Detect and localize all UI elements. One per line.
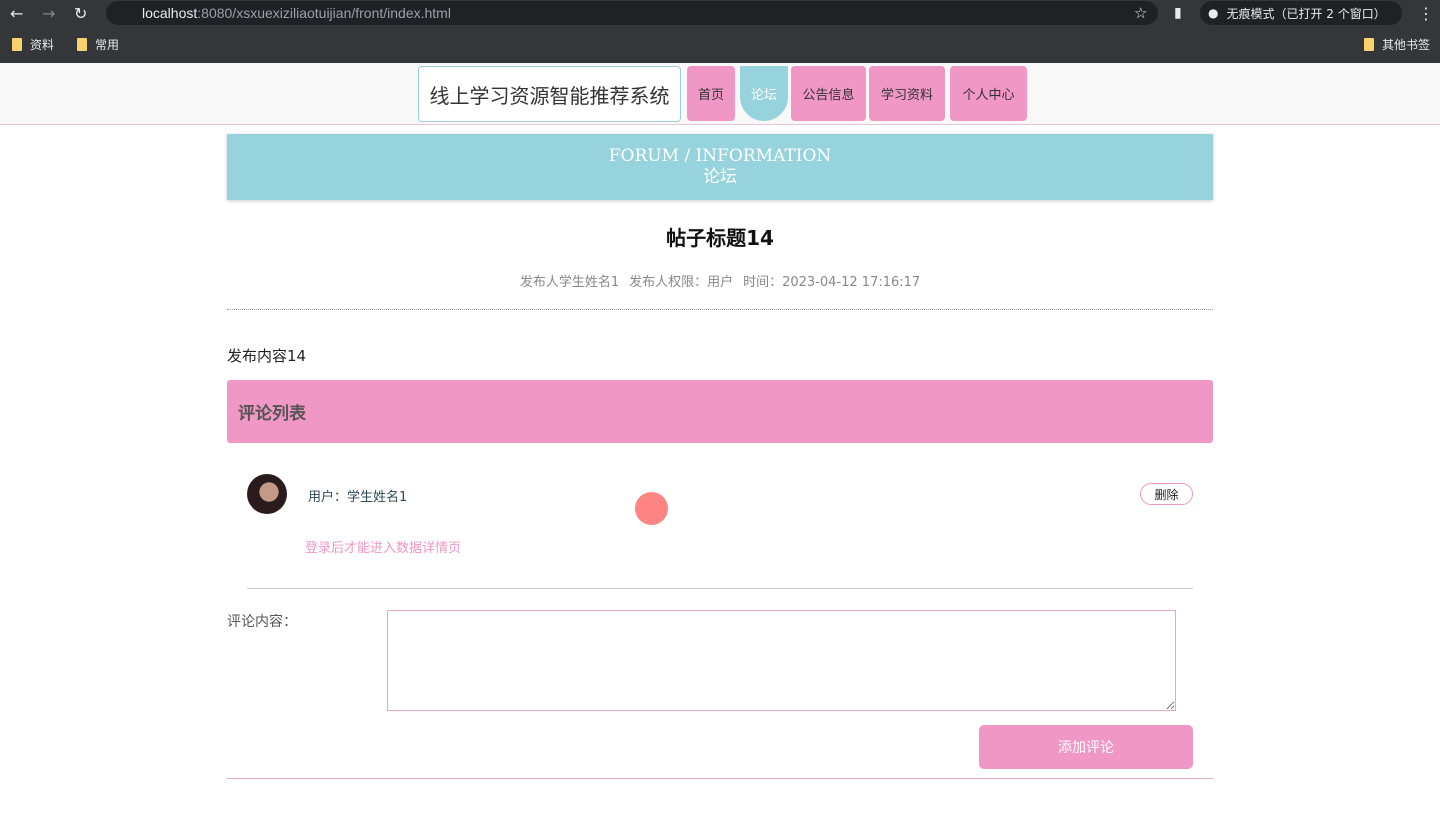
folder-icon (1364, 38, 1374, 51)
site-title[interactable]: 线上学习资源智能推荐系统 (418, 66, 681, 122)
url-host: localhost (142, 5, 198, 21)
folder-icon (12, 38, 22, 51)
divider (227, 309, 1213, 310)
page-banner: FORUM / INFORMATION 论坛 (227, 134, 1213, 200)
divider (227, 778, 1213, 779)
incognito-label: 无痕模式（已打开 2 个窗口） (1226, 6, 1386, 21)
browser-chrome: ← → ↻ localhost:8080/xsxuexiziliaotuijia… (0, 0, 1440, 63)
comment-user: 用户：学生姓名1 (308, 490, 408, 505)
mouse-cursor-indicator (635, 492, 668, 525)
menu-icon[interactable]: ⋮ (1418, 0, 1434, 26)
post-meta: 发布人学生姓名1 发布人权限：用户 时间：2023-04-12 17:16:17 (227, 271, 1213, 290)
nav-profile[interactable]: 个人中心 (950, 66, 1027, 121)
bookmark-label: 其他书签 (1382, 38, 1431, 52)
bookmark-1[interactable]: 常用 (77, 36, 119, 53)
other-bookmarks[interactable]: 其他书签 (1364, 36, 1430, 53)
reload-icon[interactable]: ↻ (74, 0, 87, 26)
address-bar[interactable]: localhost:8080/xsxuexiziliaotuijian/fron… (106, 1, 1158, 25)
post-title: 帖子标题14 (666, 226, 774, 250)
post-time: 时间：2023-04-12 17:16:17 (743, 275, 921, 290)
nav-materials[interactable]: 学习资料 (869, 66, 945, 121)
comment-content: 登录后才能进入数据详情页 (305, 541, 462, 556)
banner-en: FORUM / INFORMATION (608, 146, 832, 166)
add-comment-button[interactable]: 添加评论 (979, 725, 1193, 769)
post-author: 发布人学生姓名1 (519, 275, 620, 290)
star-icon[interactable]: ☆ (1134, 0, 1147, 26)
back-icon[interactable]: ← (10, 0, 23, 26)
avatar (247, 474, 287, 514)
side-panel-icon[interactable]: ▮ (1174, 0, 1182, 26)
incognito-badge[interactable]: ● 无痕模式（已打开 2 个窗口） (1200, 1, 1402, 25)
folder-icon (77, 38, 87, 51)
incognito-icon: ● (1208, 6, 1219, 20)
url-path: :8080/xsxuexiziliaotuijian/front/index.h… (197, 5, 451, 21)
forward-icon[interactable]: → (42, 0, 55, 26)
bookmark-label: 资料 (30, 38, 55, 52)
nav-forum[interactable]: 论坛 (740, 66, 788, 121)
top-nav: 线上学习资源智能推荐系统 首页 论坛 公告信息 学习资料 个人中心 (0, 63, 1440, 125)
delete-comment-button[interactable]: 删除 (1140, 483, 1193, 505)
nav-notices[interactable]: 公告信息 (791, 66, 866, 121)
comment-list-header: 评论列表 (227, 380, 1213, 443)
nav-home[interactable]: 首页 (687, 66, 735, 121)
comment-input[interactable] (387, 610, 1176, 711)
bookmark-0[interactable]: 资料 (12, 36, 54, 53)
bookmark-label: 常用 (95, 38, 120, 52)
banner-cn: 论坛 (703, 167, 737, 187)
divider (247, 588, 1193, 589)
post-role: 发布人权限：用户 (629, 275, 734, 290)
post-content: 发布内容14 (227, 347, 307, 365)
comment-label: 评论内容： (227, 614, 297, 630)
